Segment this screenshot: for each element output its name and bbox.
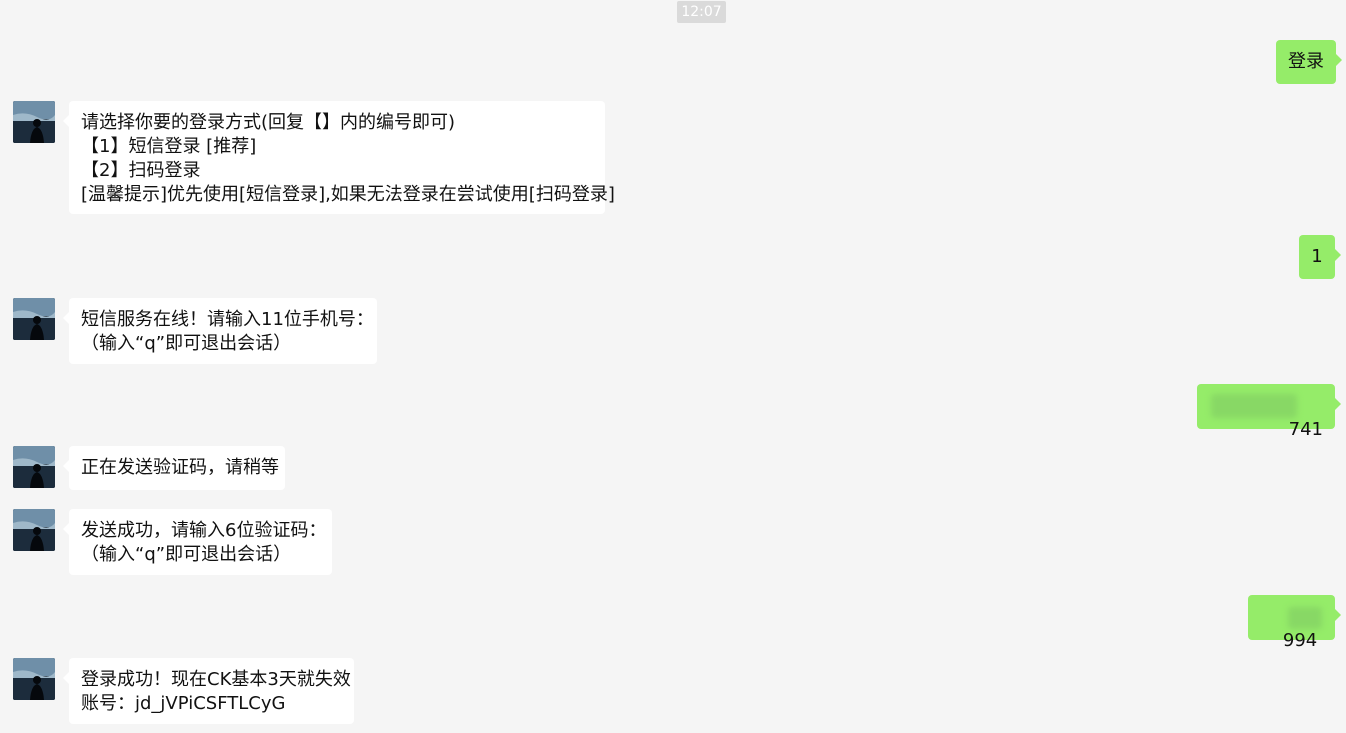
- seaside-silhouette-avatar-icon: [13, 509, 55, 551]
- contact-avatar[interactable]: [13, 658, 55, 700]
- incoming-message[interactable]: 短信服务在线！请输入11位手机号： （输入“q”即可退出会话）: [63, 298, 377, 364]
- outgoing-message[interactable]: 741: [1197, 384, 1341, 440]
- redaction-blur: [1288, 607, 1322, 629]
- redacted-verification-code: 994: [1282, 630, 1318, 651]
- redacted-phone-number: 741: [1288, 419, 1323, 440]
- contact-avatar[interactable]: [13, 101, 55, 143]
- outgoing-message[interactable]: 1: [1299, 235, 1341, 279]
- redaction-blur: [1211, 394, 1297, 418]
- outgoing-message[interactable]: 登录: [1276, 40, 1342, 84]
- chat-window: 12:07 登录 请选择你要的登录方式(回复【】内的编号即可) 【1】短信登录 …: [0, 0, 1346, 733]
- incoming-message[interactable]: 发送成功，请输入6位验证码： （输入“q”即可退出会话）: [63, 509, 332, 575]
- contact-avatar[interactable]: [13, 509, 55, 551]
- contact-avatar[interactable]: [13, 446, 55, 488]
- outgoing-message[interactable]: 994: [1248, 595, 1341, 651]
- seaside-silhouette-avatar-icon: [13, 101, 55, 143]
- contact-avatar[interactable]: [13, 298, 55, 340]
- timestamp: 12:07: [677, 1, 726, 23]
- incoming-message[interactable]: 请选择你要的登录方式(回复【】内的编号即可) 【1】短信登录 [推荐] 【2】扫…: [63, 101, 615, 214]
- incoming-message[interactable]: 正在发送验证码，请稍等: [63, 446, 285, 490]
- incoming-message[interactable]: 登录成功！现在CK基本3天就失效 账号：jd_jVPiCSFTLCyG: [63, 658, 354, 724]
- seaside-silhouette-avatar-icon: [13, 298, 55, 340]
- seaside-silhouette-avatar-icon: [13, 658, 55, 700]
- seaside-silhouette-avatar-icon: [13, 446, 55, 488]
